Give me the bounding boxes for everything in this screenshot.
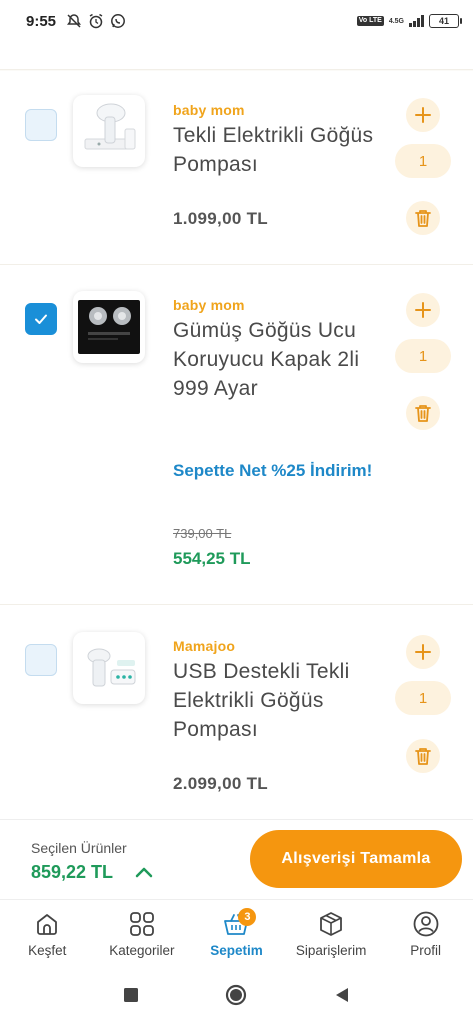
cart-item: Mamajoo USB Destekli Tekli Elektrikli Gö… (0, 605, 473, 819)
item-checkbox[interactable] (25, 109, 57, 141)
delete-item-button[interactable] (406, 739, 440, 773)
item-checkbox-checked[interactable] (25, 303, 57, 335)
whatsapp-icon (111, 14, 125, 28)
plus-icon (415, 107, 431, 123)
cart-count-badge: 3 (238, 908, 257, 926)
plus-icon (415, 644, 431, 660)
home-icon (37, 914, 58, 935)
increase-quantity-button[interactable] (406, 635, 440, 669)
nav-item-sepetim[interactable]: 3 Sepetim (189, 900, 284, 966)
product-image[interactable] (73, 291, 145, 363)
selected-total: 859,22 TL (31, 862, 114, 882)
promo-text: Sepette Net %25 İndirim! (173, 461, 373, 480)
trash-icon (415, 405, 431, 422)
plus-icon (415, 302, 431, 318)
trash-icon (415, 210, 431, 227)
nav-item-kesfet[interactable]: Keşfet (0, 900, 95, 966)
item-checkbox[interactable] (25, 644, 57, 676)
nav-label: Keşfet (28, 943, 67, 958)
back-icon[interactable] (334, 987, 350, 1003)
product-price: 1.099,00 TL (173, 209, 268, 228)
product-title[interactable]: Tekli Elektrikli Göğüs Pompası (173, 121, 383, 179)
bell-off-icon (67, 14, 82, 28)
selected-items-label: Seçilen Ürünler (31, 840, 127, 856)
recents-icon[interactable] (123, 987, 139, 1003)
check-icon (35, 314, 47, 324)
volte-badge: Vo LTE (356, 16, 384, 26)
product-brand: baby mom (173, 102, 245, 118)
system-navigation (0, 966, 473, 1024)
nav-label: Kategoriler (109, 943, 175, 958)
product-image[interactable] (73, 95, 145, 167)
quantity-display: 1 (395, 339, 451, 373)
cart-item: baby mom Tekli Elektrikli Göğüs Pompası … (0, 71, 473, 265)
status-time: 9:55 (26, 12, 57, 30)
nav-item-profil[interactable]: Profil (378, 900, 473, 966)
breast-pump-image (84, 103, 136, 150)
battery-icon: 41 (429, 14, 462, 28)
nav-item-kategoriler[interactable]: Kategoriler (95, 900, 190, 966)
status-system-icons: Vo LTE 4.5G 41 (356, 14, 462, 28)
product-brand: Mamajoo (173, 638, 236, 654)
chevron-up-icon[interactable] (133, 862, 155, 884)
box-icon (320, 912, 342, 936)
nav-label: Siparişlerim (295, 943, 367, 958)
status-bar: 9:55 Vo LTE 4.5G 41 (0, 0, 473, 42)
grid-icon (129, 912, 154, 936)
network-type: 4.5G (388, 17, 404, 25)
product-image[interactable] (73, 632, 145, 704)
product-price: 2.099,00 TL (173, 774, 268, 793)
cart-summary: Seçilen Ürünler 859,22 TL Alışverişi Tam… (0, 819, 473, 899)
trash-icon (415, 748, 431, 765)
delete-item-button[interactable] (406, 201, 440, 235)
nav-item-siparislerim[interactable]: Siparişlerim (284, 900, 379, 966)
alarm-icon (89, 13, 103, 29)
cart-list[interactable]: baby mom Tekli Elektrikli Göğüs Pompası … (0, 42, 473, 819)
status-notification-icons (66, 13, 126, 29)
nipple-shield-image (78, 300, 140, 354)
old-price: 739,00 TL (173, 526, 232, 541)
product-title[interactable]: Gümüş Göğüs Ucu Koruyucu Kapak 2li 999 A… (173, 316, 383, 403)
product-brand: baby mom (173, 297, 245, 313)
checkout-button[interactable]: Alışverişi Tamamla (250, 830, 462, 888)
signal-icon (409, 15, 424, 27)
discounted-price: 554,25 TL (173, 549, 251, 568)
nav-label: Profil (410, 943, 442, 958)
nav-label: Sepetim (210, 943, 263, 958)
list-top-strip (0, 42, 473, 70)
product-title[interactable]: USB Destekli Tekli Elektrikli Göğüs Pomp… (173, 657, 383, 744)
increase-quantity-button[interactable] (406, 293, 440, 327)
user-icon (413, 911, 439, 937)
bottom-nav: Keşfet Kategoriler 3 Sepetim Siparişleri… (0, 899, 473, 966)
quantity-display: 1 (395, 681, 451, 715)
home-circle-icon[interactable] (225, 984, 247, 1006)
quantity-display: 1 (395, 144, 451, 178)
cart-item: baby mom Gümüş Göğüs Ucu Koruyucu Kapak … (0, 265, 473, 605)
usb-breast-pump-image (87, 648, 136, 687)
increase-quantity-button[interactable] (406, 98, 440, 132)
delete-item-button[interactable] (406, 396, 440, 430)
